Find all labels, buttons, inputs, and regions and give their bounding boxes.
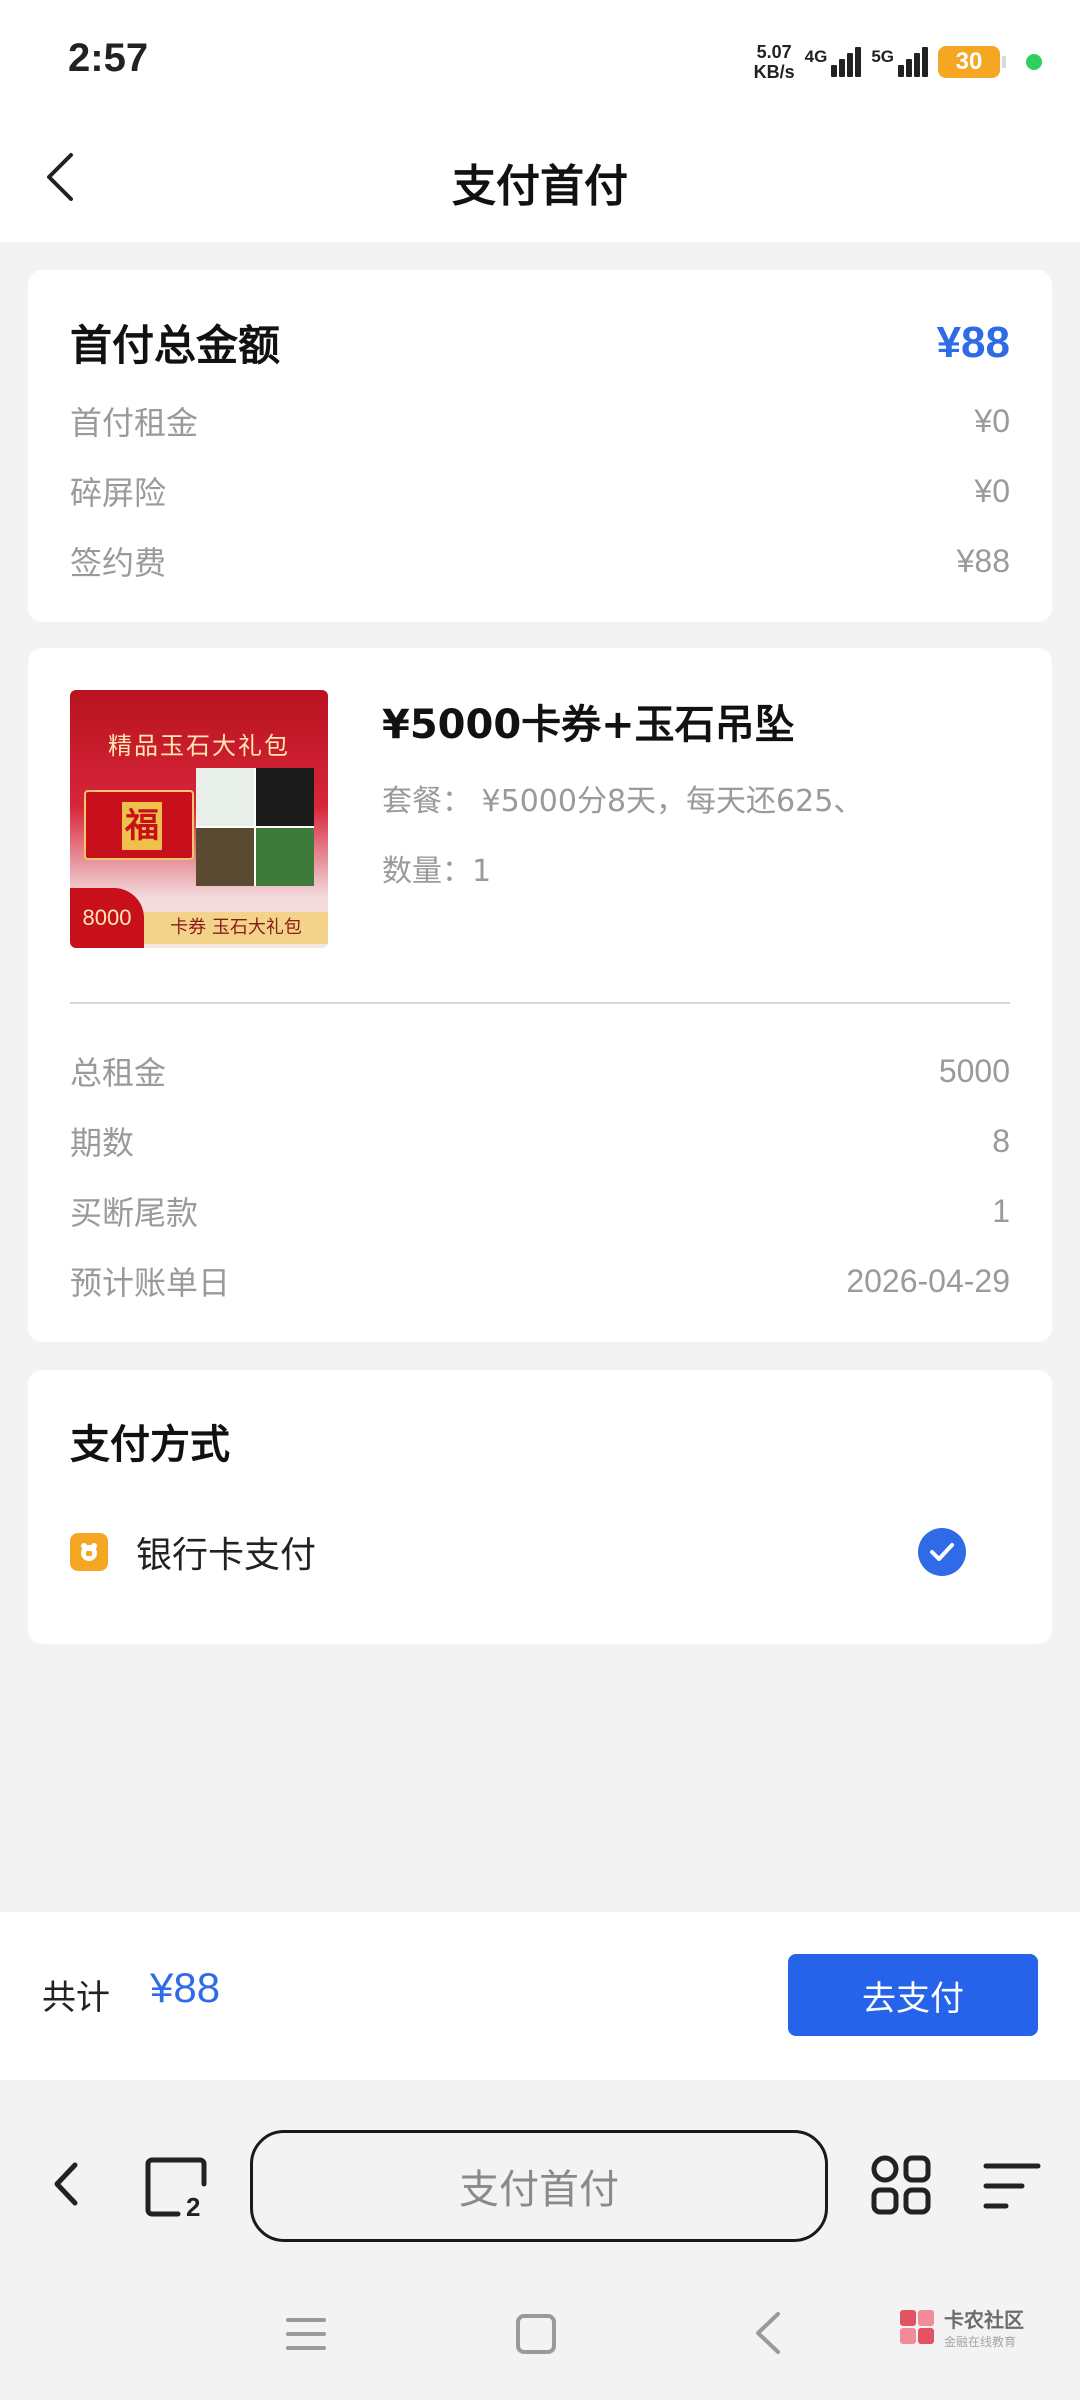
product-image[interactable]: 精品玉石大礼包 福 8000 卡券 玉石大礼包: [70, 690, 328, 948]
detail-row: 买断尾款 1: [70, 1192, 1010, 1233]
signal-5g-icon: 5G: [871, 47, 928, 77]
address-bar[interactable]: 支付首付: [250, 2130, 828, 2242]
menu-lines-icon: [983, 2163, 1041, 2209]
product-card: 精品玉石大礼包 福 8000 卡券 玉石大礼包 ¥5000卡券+玉石吊坠 套餐：…: [28, 648, 1052, 1342]
community-watermark: 卡农社区 金融在线教育: [898, 2304, 1024, 2350]
payment-option-bank-card[interactable]: 银行卡支付: [70, 1522, 966, 1582]
checkout-total-amount: ¥88: [150, 1964, 221, 2011]
menu-button[interactable]: [982, 2158, 1042, 2214]
selected-check-icon[interactable]: [918, 1528, 966, 1576]
status-time: 2:57: [68, 36, 149, 80]
svg-text:2: 2: [186, 2192, 200, 2218]
card-voucher-graphic: 福: [84, 790, 194, 860]
apps-button[interactable]: [870, 2154, 932, 2216]
product-quantity: 数量：1: [382, 854, 492, 889]
payment-method-title: 支付方式: [70, 1422, 230, 1468]
pay-button[interactable]: 去支付: [788, 1954, 1038, 2036]
payment-summary-card: 首付总金额 ¥88 首付租金 ¥0 碎屏险 ¥0 签约费 ¥88: [28, 270, 1052, 622]
community-logo-icon: [898, 2308, 936, 2346]
grid-icon: [871, 2155, 931, 2215]
network-speed: 5.07 KB/s: [753, 42, 795, 82]
home-button[interactable]: [516, 2314, 556, 2354]
page-header: 支付首付: [0, 120, 1080, 242]
product-package: 套餐： ¥5000分8天，每天还625、: [382, 784, 864, 819]
product-name: ¥5000卡券+玉石吊坠: [382, 702, 795, 748]
browser-back-button[interactable]: [36, 2154, 96, 2214]
total-label: 首付总金额: [70, 321, 281, 370]
browser-toolbar: 2 支付首付: [0, 2104, 1080, 2264]
chevron-left-icon: [756, 2312, 780, 2354]
detail-row: 期数 8: [70, 1122, 1010, 1163]
checkout-bar: 共计 ¥88 去支付: [0, 1912, 1080, 2080]
fee-row: 首付租金 ¥0: [70, 402, 1010, 443]
chevron-left-icon: [54, 2162, 78, 2206]
page-title: 支付首付: [452, 161, 628, 212]
system-navigation-bar: 卡农社区 金融在线教育: [0, 2264, 1080, 2400]
detail-row: 总租金 5000: [70, 1052, 1010, 1093]
payment-method-card: 支付方式 银行卡支付: [28, 1370, 1052, 1644]
jade-pendant-photos: [196, 768, 314, 886]
tabs-button[interactable]: 2: [144, 2154, 208, 2222]
divider: [70, 1002, 1010, 1004]
bank-card-icon: [70, 1533, 108, 1571]
status-bar: 2:57 5.07 KB/s 4G 5G 30: [0, 0, 1080, 120]
checkout-total-label: 共计: [42, 1978, 110, 2018]
hamburger-icon: [286, 2318, 326, 2350]
payment-option-label: 银行卡支付: [136, 1535, 317, 1576]
signal-4g-icon: 4G: [805, 47, 862, 77]
privacy-indicator-icon: [1026, 54, 1042, 70]
tabs-icon: 2: [145, 2157, 207, 2222]
detail-row: 预计账单日 2026-04-29: [70, 1262, 1010, 1303]
battery-icon: 30: [938, 46, 1006, 78]
total-row: 首付总金额 ¥88: [70, 312, 1010, 373]
system-back-button[interactable]: [748, 2308, 788, 2358]
fee-row: 碎屏险 ¥0: [70, 472, 1010, 513]
total-amount: ¥88: [936, 317, 1010, 367]
status-icons: 5.07 KB/s 4G 5G 30: [754, 38, 1042, 86]
fee-row: 签约费 ¥88: [70, 542, 1010, 583]
recent-apps-button[interactable]: [284, 2314, 328, 2354]
